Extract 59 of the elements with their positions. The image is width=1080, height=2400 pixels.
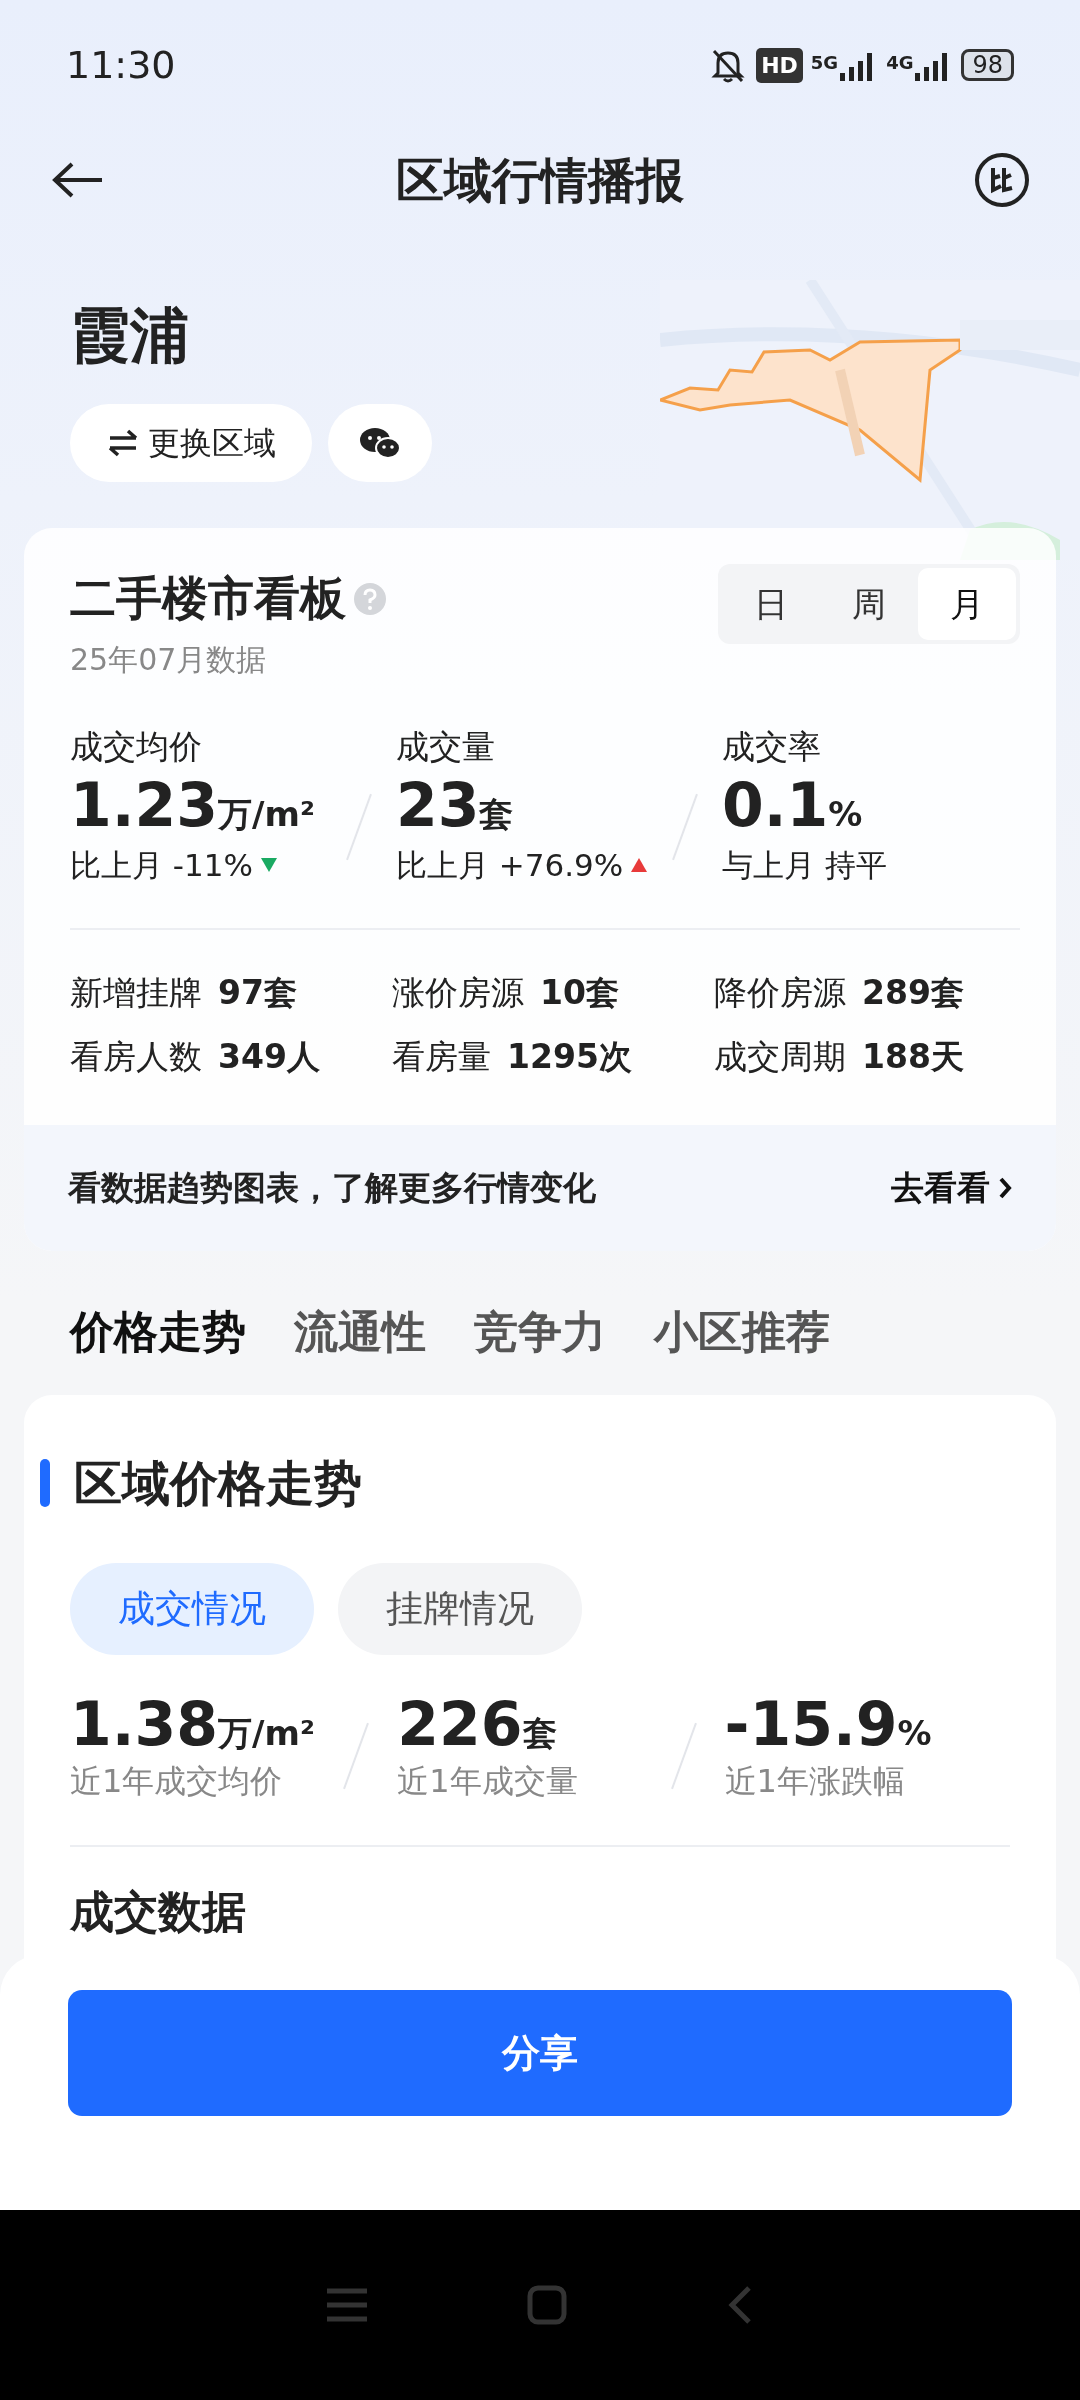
- section-title: 区域价格走势: [74, 1453, 362, 1513]
- battery-indicator: 98: [961, 49, 1014, 81]
- chevron-right-icon: [998, 1175, 1012, 1200]
- stat-value: 97套: [218, 972, 297, 1014]
- metric-label: 成交率: [721, 726, 822, 768]
- metric-value: 23套: [395, 771, 515, 838]
- stat-value: 1295次: [507, 1035, 632, 1078]
- status-time: 11:30: [66, 41, 176, 89]
- metric-change: 比上月 -11%: [70, 845, 253, 885]
- stat-label: 涨价房源: [392, 972, 524, 1014]
- stat-label: 成交周期: [714, 1035, 846, 1078]
- stat-label: 降价房源: [714, 972, 846, 1014]
- stat-value: 289套: [862, 972, 964, 1014]
- go-see-link[interactable]: 去看看: [891, 1163, 1012, 1213]
- accent-bar: [40, 1458, 50, 1507]
- section-tab[interactable]: 流通性: [294, 1298, 426, 1365]
- metric-change: 比上月 +76.9%: [395, 845, 624, 885]
- section-tab[interactable]: 竞争力: [474, 1298, 606, 1365]
- metric-label: 近1年成交均价: [70, 1760, 284, 1802]
- metric-value: 1.38万/m²: [70, 1690, 316, 1757]
- network-label: 5G: [810, 51, 839, 75]
- stat-value: 188天: [862, 1035, 964, 1078]
- stat-label: 看房人数: [70, 1035, 202, 1078]
- network-label: 4G: [886, 51, 914, 75]
- section-tab[interactable]: 小区推荐: [654, 1298, 830, 1365]
- compare-button[interactable]: [974, 152, 1030, 208]
- subsection-title: 成交数据: [69, 1884, 247, 1939]
- metric-value: -15.9%: [724, 1690, 933, 1757]
- data-date: 25年07月数据: [70, 641, 268, 679]
- stat-label: 看房量: [392, 1035, 491, 1078]
- period-tab[interactable]: 日: [722, 568, 820, 640]
- stat-label: 新增挂牌: [70, 972, 202, 1014]
- banner-text: 看数据趋势图表，了解更多行情变化: [68, 1167, 596, 1209]
- down-triangle-icon: [260, 857, 277, 872]
- up-triangle-icon: [631, 857, 648, 872]
- metric-label: 成交均价: [70, 726, 203, 768]
- compare-icon: [974, 152, 1030, 208]
- period-tab[interactable]: 月: [918, 568, 1016, 640]
- stat-value: 349人: [218, 1035, 320, 1078]
- metric-value: 1.23万/m²: [70, 771, 316, 838]
- hd-badge: HD: [756, 47, 803, 83]
- card-title: 二手楼市看板: [70, 570, 346, 627]
- stat-value: 10套: [540, 972, 619, 1014]
- section-tab[interactable]: 价格走势: [70, 1298, 246, 1365]
- metric-change: 与上月 持平: [721, 845, 887, 885]
- page-title: 区域行情播报: [396, 151, 684, 210]
- change-region-button[interactable]: 更换区域: [70, 404, 312, 482]
- swap-icon: [106, 428, 140, 458]
- period-tab[interactable]: 周: [820, 568, 918, 640]
- filter-pill[interactable]: 挂牌情况: [338, 1562, 582, 1655]
- metric-label: 近1年涨跌幅: [724, 1760, 906, 1802]
- metric-value: 0.1%: [721, 771, 864, 838]
- filter-pill[interactable]: 成交情况: [70, 1562, 314, 1655]
- metric-label: 成交量: [395, 726, 496, 768]
- metric-label: 近1年成交量: [397, 1760, 579, 1802]
- region-name: 霞浦: [69, 299, 191, 372]
- share-button[interactable]: 分享: [68, 1990, 1012, 2116]
- help-icon: [354, 582, 386, 615]
- metric-value: 226套: [397, 1690, 558, 1757]
